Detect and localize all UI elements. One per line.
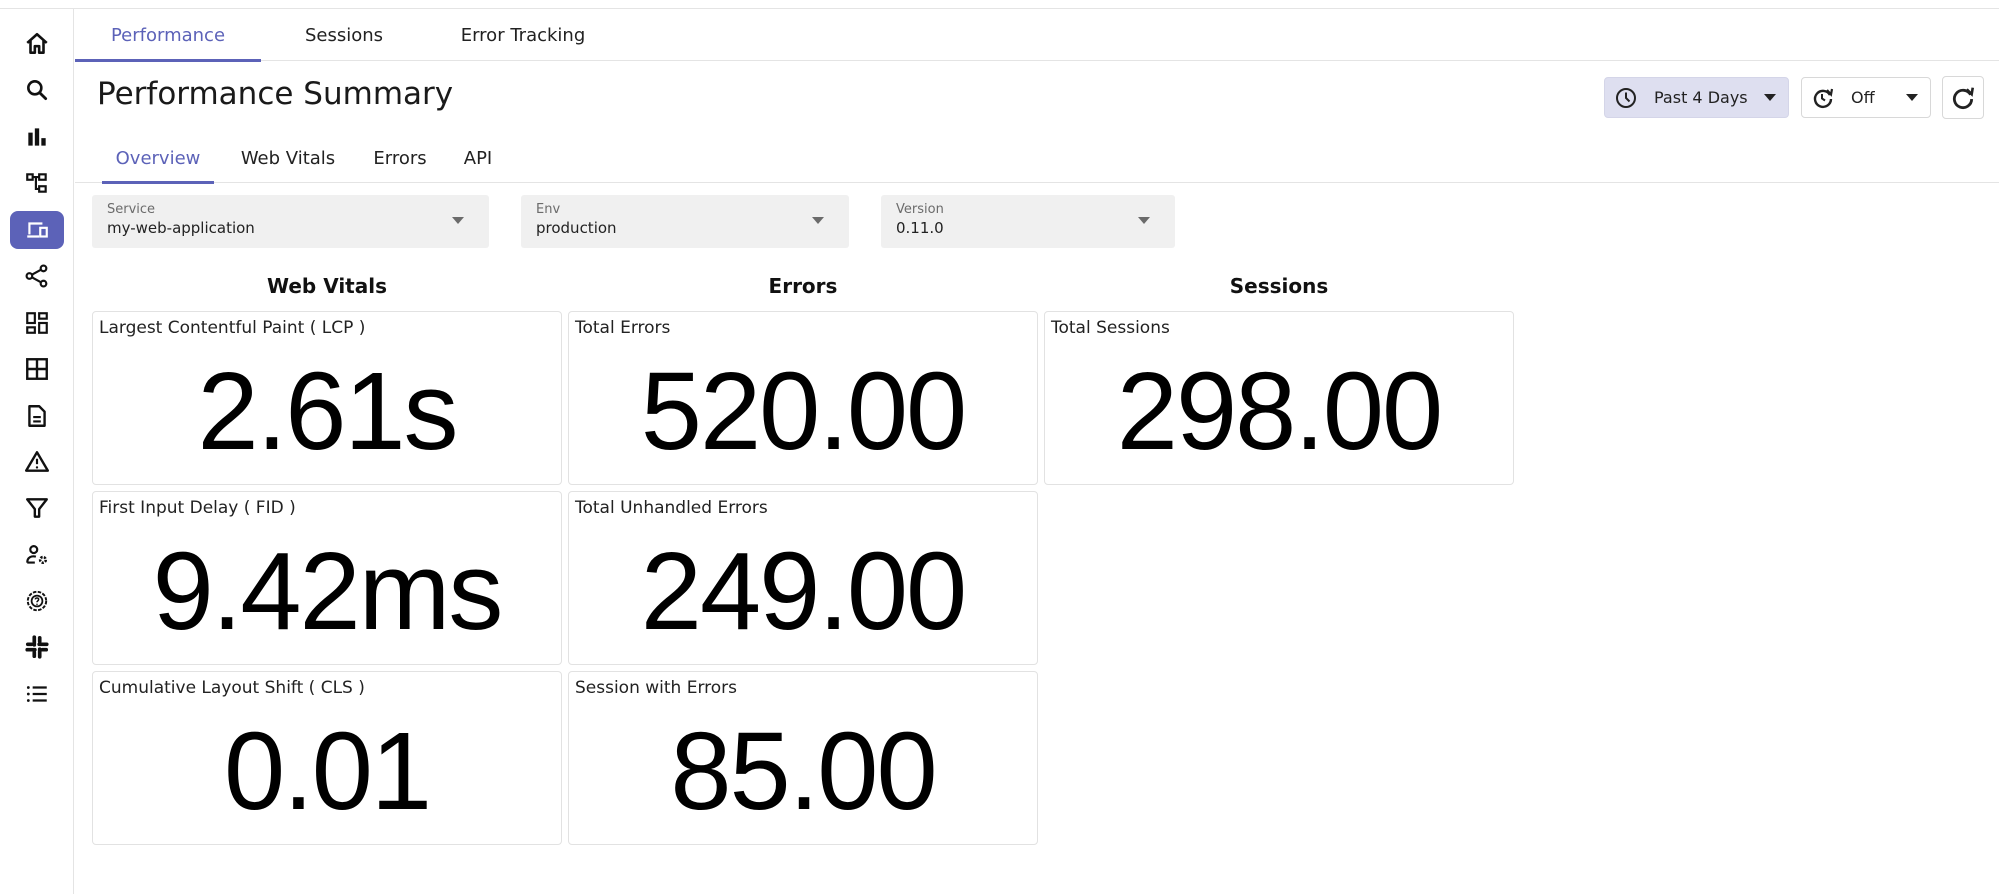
version-label: Version bbox=[896, 202, 944, 217]
sub-tab-bar: Overview Web Vitals Errors API bbox=[75, 134, 1999, 184]
metric-value: 0.01 bbox=[223, 710, 432, 833]
sidebar bbox=[0, 9, 74, 894]
sidebar-item-search[interactable] bbox=[10, 71, 64, 109]
metric-title: Total Unhandled Errors bbox=[575, 498, 768, 518]
web-vitals-heading: Web Vitals bbox=[267, 274, 387, 298]
version-select[interactable]: Version 0.11.0 bbox=[881, 195, 1175, 248]
metric-title: Total Sessions bbox=[1051, 318, 1170, 338]
auto-refresh-value: Off bbox=[1851, 88, 1875, 107]
env-select[interactable]: Env production bbox=[521, 195, 849, 248]
sidebar-item-pipelines[interactable] bbox=[10, 489, 64, 527]
metric-title: Largest Contentful Paint ( LCP ) bbox=[99, 318, 366, 338]
tab-api[interactable]: API bbox=[453, 134, 503, 183]
dashboard-icon bbox=[26, 312, 48, 334]
time-range-value: Past 4 Days bbox=[1654, 88, 1748, 107]
metric-card-cls: Cumulative Layout Shift ( CLS ) 0.01 bbox=[92, 671, 562, 845]
time-range-select[interactable]: Past 4 Days bbox=[1604, 77, 1789, 118]
metric-card-fid: First Input Delay ( FID ) 9.42ms bbox=[92, 491, 562, 665]
sidebar-item-slack[interactable] bbox=[10, 628, 64, 666]
tab-error-tracking[interactable]: Error Tracking bbox=[427, 9, 619, 61]
sidebar-item-widgets[interactable] bbox=[10, 350, 64, 388]
chevron-down-icon bbox=[1906, 94, 1918, 101]
sessions-heading: Sessions bbox=[1229, 274, 1329, 298]
clock-icon bbox=[1616, 87, 1636, 108]
metric-value: 2.61s bbox=[197, 350, 458, 473]
version-value: 0.11.0 bbox=[896, 219, 944, 237]
metric-title: Session with Errors bbox=[575, 678, 738, 698]
sidebar-item-alerts[interactable] bbox=[10, 443, 64, 481]
service-value: my-web-application bbox=[107, 219, 255, 237]
bar-chart-icon bbox=[28, 128, 46, 146]
chevron-down-icon bbox=[1764, 94, 1776, 101]
sidebar-item-dashboards[interactable] bbox=[10, 304, 64, 342]
sidebar-item-rum[interactable] bbox=[10, 211, 64, 249]
chevron-down-icon bbox=[1138, 217, 1150, 224]
home-icon bbox=[26, 32, 48, 54]
service-label: Service bbox=[107, 202, 156, 217]
env-value: production bbox=[536, 219, 617, 237]
warning-icon bbox=[24, 451, 50, 472]
grid-icon bbox=[26, 358, 48, 380]
metric-card-total-sessions: Total Sessions 298.00 bbox=[1044, 311, 1514, 485]
filter-icon bbox=[26, 498, 48, 518]
metric-value: 520.00 bbox=[640, 350, 967, 473]
page-title: Performance Summary bbox=[97, 76, 454, 112]
tab-errors[interactable]: Errors bbox=[365, 134, 435, 183]
refresh-icon bbox=[1952, 86, 1975, 109]
metric-card-lcp: Largest Contentful Paint ( LCP ) 2.61s bbox=[92, 311, 562, 485]
refresh-button[interactable] bbox=[1942, 76, 1984, 119]
sidebar-item-analytics[interactable] bbox=[10, 118, 64, 156]
sidebar-item-user-settings[interactable] bbox=[10, 536, 64, 574]
sidebar-item-service-map[interactable] bbox=[10, 164, 64, 202]
service-select[interactable]: Service my-web-application bbox=[92, 195, 489, 248]
metric-title: Cumulative Layout Shift ( CLS ) bbox=[99, 678, 365, 698]
env-label: Env bbox=[536, 202, 561, 217]
sidebar-item-home[interactable] bbox=[10, 25, 64, 63]
user-settings-icon bbox=[26, 545, 48, 564]
help-gear-icon bbox=[26, 590, 48, 612]
metric-value: 9.42ms bbox=[152, 530, 504, 653]
timer-refresh-icon bbox=[1813, 88, 1834, 108]
tab-performance[interactable]: Performance bbox=[75, 9, 261, 62]
devices-icon bbox=[27, 222, 48, 238]
share-nodes-icon bbox=[25, 264, 48, 288]
chevron-down-icon bbox=[452, 217, 464, 224]
document-icon bbox=[28, 405, 46, 427]
auto-refresh-select[interactable]: Off bbox=[1801, 77, 1931, 118]
sidebar-item-logs[interactable] bbox=[10, 397, 64, 435]
chevron-down-icon bbox=[812, 217, 824, 224]
metric-card-unhandled-errors: Total Unhandled Errors 249.00 bbox=[568, 491, 1038, 665]
errors-heading: Errors bbox=[768, 274, 838, 298]
sidebar-item-traces[interactable] bbox=[10, 257, 64, 295]
slack-icon bbox=[25, 635, 49, 659]
metric-title: Total Errors bbox=[575, 318, 671, 338]
top-tab-bar: Performance Sessions Error Tracking bbox=[75, 9, 1999, 62]
tab-web-vitals[interactable]: Web Vitals bbox=[232, 134, 344, 183]
search-icon bbox=[27, 80, 48, 101]
tab-sessions[interactable]: Sessions bbox=[261, 9, 427, 61]
hierarchy-icon bbox=[26, 173, 47, 193]
metric-value: 249.00 bbox=[640, 530, 967, 653]
tab-overview[interactable]: Overview bbox=[102, 134, 214, 184]
list-icon bbox=[26, 686, 47, 702]
sidebar-item-list[interactable] bbox=[10, 675, 64, 713]
metric-card-total-errors: Total Errors 520.00 bbox=[568, 311, 1038, 485]
metric-title: First Input Delay ( FID ) bbox=[99, 498, 296, 518]
metric-value: 298.00 bbox=[1116, 350, 1443, 473]
metric-value: 85.00 bbox=[670, 710, 937, 833]
metric-card-sessions-with-errors: Session with Errors 85.00 bbox=[568, 671, 1038, 845]
sidebar-item-help[interactable] bbox=[10, 582, 64, 620]
